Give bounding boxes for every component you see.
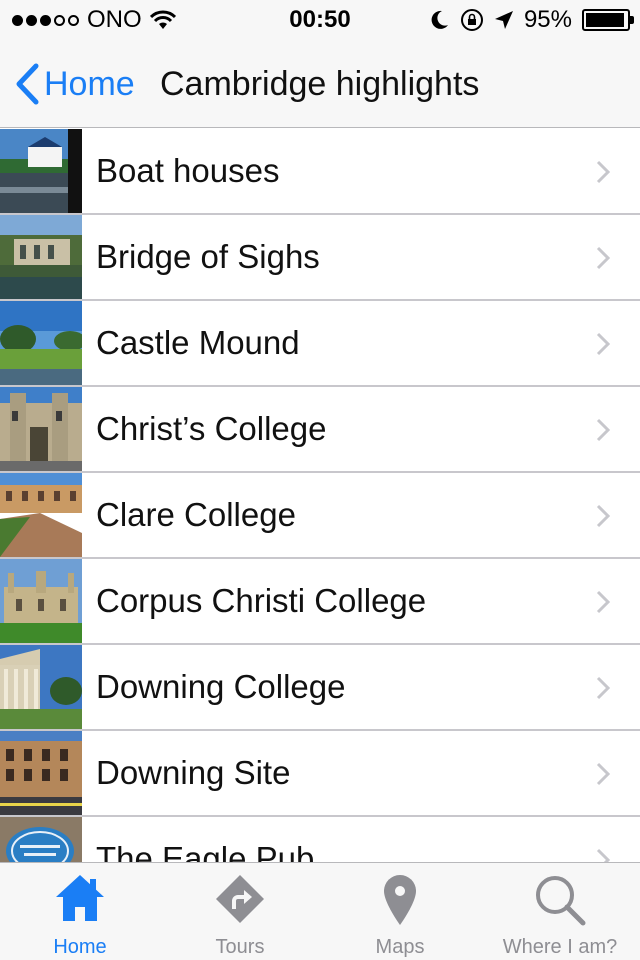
- chevron-right-icon: [596, 848, 610, 862]
- navigation-bar: Home Cambridge highlights: [0, 40, 640, 128]
- chevron-right-icon: [596, 676, 610, 700]
- list-item[interactable]: Bridge of Sighs: [0, 215, 640, 301]
- item-label: Downing College: [96, 668, 346, 705]
- highlights-list[interactable]: Boat houses Bridge of Sighs Castle Mound…: [0, 129, 640, 862]
- map-pin-icon: [384, 875, 416, 925]
- status-bar: ONO 00:50 95%: [0, 0, 640, 40]
- location-arrow-icon: [494, 11, 513, 29]
- thumbnail-image: [0, 129, 82, 213]
- chevron-right-icon: [596, 160, 610, 184]
- list-item[interactable]: Boat houses: [0, 129, 640, 215]
- back-button[interactable]: Home: [14, 60, 135, 108]
- rotation-lock-icon: [460, 9, 483, 31]
- chevron-left-icon: [16, 63, 39, 105]
- item-label: Boat houses: [96, 152, 280, 189]
- chevron-right-icon: [596, 762, 610, 786]
- back-label: Home: [44, 64, 135, 103]
- directions-icon: [216, 875, 264, 923]
- tab-label: Tours: [215, 936, 265, 958]
- battery-icon: [582, 9, 634, 31]
- item-label: Clare College: [96, 496, 296, 533]
- tab-label: Where I am?: [502, 936, 618, 958]
- tab-maps[interactable]: Maps: [320, 863, 480, 960]
- thumbnail-image: [0, 817, 82, 862]
- item-label: Corpus Christi College: [96, 582, 427, 619]
- page-title: Cambridge highlights: [160, 65, 480, 103]
- thumbnail-image: [0, 645, 82, 729]
- chevron-right-icon: [596, 246, 610, 270]
- item-label: Bridge of Sighs: [96, 238, 320, 275]
- thumbnail-image: [0, 559, 82, 643]
- search-icon: [536, 876, 586, 926]
- list-item[interactable]: Clare College: [0, 473, 640, 559]
- chevron-right-icon: [596, 504, 610, 528]
- item-label: Downing Site: [96, 754, 291, 791]
- chevron-right-icon: [596, 590, 610, 614]
- chevron-right-icon: [596, 332, 610, 356]
- tab-tours[interactable]: Tours: [160, 863, 320, 960]
- item-label: The Eagle Pub: [96, 840, 315, 862]
- home-icon: [56, 875, 104, 921]
- tab-bar: Home Tours Maps Where I am?: [0, 862, 640, 960]
- list-item[interactable]: Castle Mound: [0, 301, 640, 387]
- tab-label: Home: [53, 936, 107, 958]
- list-item[interactable]: Downing Site: [0, 731, 640, 817]
- thumbnail-image: [0, 301, 82, 385]
- thumbnail-image: [0, 473, 82, 557]
- thumbnail-image: [0, 731, 82, 815]
- tab-home[interactable]: Home: [0, 863, 160, 960]
- list-item[interactable]: Downing College: [0, 645, 640, 731]
- item-label: Castle Mound: [96, 324, 300, 361]
- tab-where-i-am[interactable]: Where I am?: [480, 863, 640, 960]
- tab-label: Maps: [375, 936, 425, 958]
- list-item[interactable]: The Eagle Pub: [0, 817, 640, 862]
- moon-icon: [431, 10, 448, 29]
- status-right: 95%: [430, 6, 634, 34]
- list-item[interactable]: Corpus Christi College: [0, 559, 640, 645]
- chevron-right-icon: [596, 418, 610, 442]
- battery-percent: 95%: [523, 6, 572, 33]
- thumbnail-image: [0, 215, 82, 299]
- item-label: Christ’s College: [96, 410, 327, 447]
- list-item[interactable]: Christ’s College: [0, 387, 640, 473]
- thumbnail-image: [0, 387, 82, 471]
